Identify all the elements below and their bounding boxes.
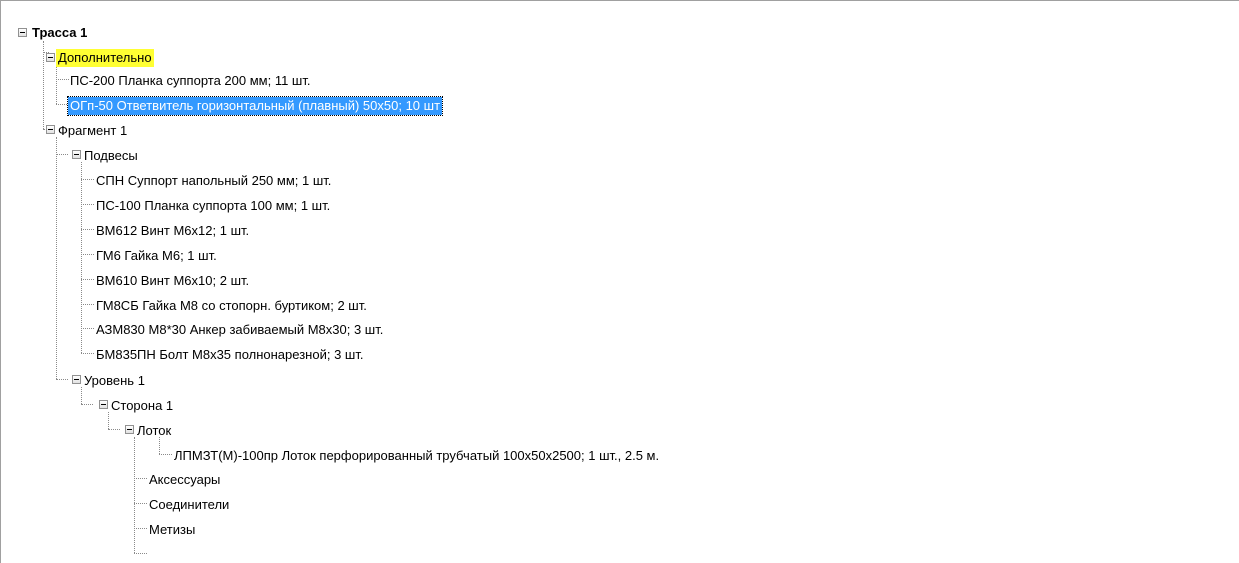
tree-node-hangers[interactable]: Подвесы bbox=[82, 144, 140, 168]
tree-node-connectors[interactable]: Соединители bbox=[147, 493, 231, 517]
tree-item[interactable]: ПС-200 Планка суппорта 200 мм; 11 шт. bbox=[68, 69, 312, 93]
tree-node-level[interactable]: Уровень 1 bbox=[82, 369, 147, 393]
collapse-toggle-icon[interactable] bbox=[46, 125, 55, 134]
tree-node-hardware[interactable]: Метизы bbox=[147, 518, 197, 542]
tree-item[interactable]: СПН Суппорт напольный 250 мм; 1 шт. bbox=[94, 169, 333, 193]
tree-node-fragment[interactable]: Фрагмент 1 bbox=[56, 119, 129, 143]
tree-item[interactable]: ГМ6 Гайка М6; 1 шт. bbox=[94, 244, 219, 268]
tree-item[interactable]: ПС-100 Планка суппорта 100 мм; 1 шт. bbox=[94, 194, 332, 218]
collapse-toggle-icon[interactable] bbox=[46, 53, 55, 62]
tree-item[interactable]: ЛПМЗТ(М)-100пр Лоток перфорированный тру… bbox=[172, 444, 661, 468]
collapse-toggle-icon[interactable] bbox=[72, 150, 81, 159]
tree-node-accessories[interactable]: Аксессуары bbox=[147, 468, 222, 492]
tree-item[interactable]: БМ835ПН Болт М8х35 полнонарезной; 3 шт. bbox=[94, 343, 365, 367]
collapse-toggle-icon[interactable] bbox=[125, 425, 134, 434]
tree-node-label: Трасса 1 bbox=[32, 25, 88, 40]
tree-item-selected[interactable]: ОГп-50 Ответвитель горизонтальный (плавн… bbox=[66, 94, 444, 118]
tree-node-tray[interactable]: Лоток bbox=[135, 419, 173, 443]
collapse-toggle-icon[interactable] bbox=[18, 28, 27, 37]
tree-item[interactable]: АЗМ830 М8*30 Анкер забиваемый М8х30; 3 ш… bbox=[94, 318, 385, 342]
tree-item[interactable]: ГМ8СБ Гайка М8 со стопорн. буртиком; 2 ш… bbox=[94, 294, 369, 318]
collapse-toggle-icon[interactable] bbox=[99, 400, 108, 409]
tree-item[interactable]: ВМ612 Винт М6х12; 1 шт. bbox=[94, 219, 251, 243]
tree-node-route[interactable]: Трасса 1 bbox=[30, 21, 89, 45]
tree-node-label: Дополнительно bbox=[56, 49, 154, 67]
collapse-toggle-icon[interactable] bbox=[72, 375, 81, 384]
tree-item[interactable]: ВМ610 Винт М6х10; 2 шт. bbox=[94, 269, 251, 293]
tree-view[interactable]: Трасса 1 Дополнительно ПС-200 Планка суп… bbox=[0, 0, 1239, 563]
tree-node-side[interactable]: Сторона 1 bbox=[109, 394, 175, 418]
tree-node-additional[interactable]: Дополнительно bbox=[56, 46, 154, 70]
